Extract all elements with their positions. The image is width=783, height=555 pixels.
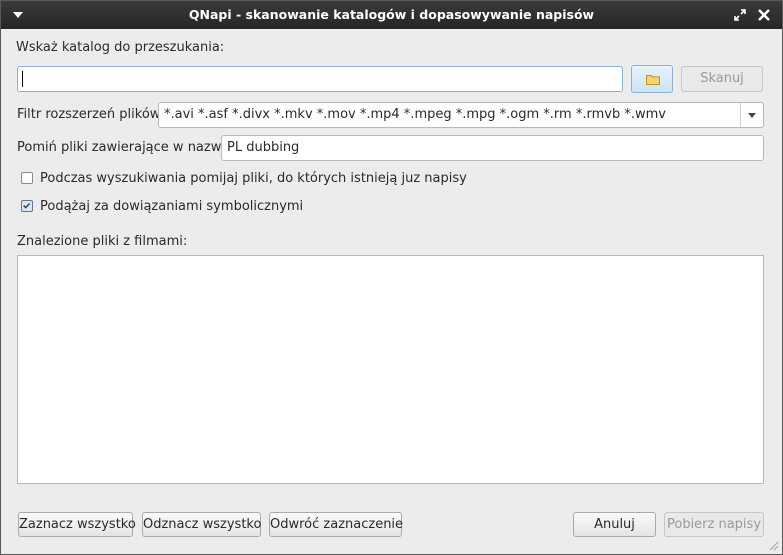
title-bar: QNapi - skanowanie katalogów i dopasowyw… — [1, 1, 782, 29]
directory-label: Wskaż katalog do przeszukania: — [16, 40, 225, 55]
skip-existing-label[interactable]: Podczas wyszukiwania pomijaj pliki, do k… — [40, 171, 467, 186]
skip-input[interactable]: PL dubbing — [221, 135, 764, 161]
cancel-button[interactable]: Anuluj — [573, 512, 656, 537]
select-all-button[interactable]: Zaznacz wszystko — [18, 512, 136, 537]
scan-dialog: QNapi - skanowanie katalogów i dopasowyw… — [0, 0, 783, 555]
skip-label: Pomiń pliki zawierające w nazwie: — [17, 140, 238, 155]
follow-symlinks-checkbox[interactable] — [21, 200, 33, 212]
window-title: QNapi - skanowanie katalogów i dopasowyw… — [188, 7, 595, 22]
chevron-down-icon[interactable] — [740, 103, 763, 127]
resize-grip-icon[interactable] — [769, 541, 779, 551]
scan-button[interactable]: Skanuj — [681, 66, 763, 92]
download-subtitles-button[interactable]: Pobierz napisy — [664, 512, 764, 537]
folder-icon — [646, 75, 660, 85]
found-files-list[interactable] — [17, 255, 764, 484]
text-caret — [22, 71, 23, 87]
filter-value: *.avi *.asf *.divx *.mkv *.mov *.mp4 *.m… — [164, 107, 666, 122]
follow-symlinks-label[interactable]: Podążaj za dowiązaniami symbolicznymi — [40, 199, 303, 214]
found-files-label: Znalezione pliki z filmami: — [17, 234, 188, 249]
deselect-all-button[interactable]: Odznacz wszystko — [142, 512, 261, 537]
maximize-icon[interactable] — [734, 9, 746, 21]
invert-selection-button[interactable]: Odwróć zaznaczenie — [269, 512, 403, 537]
directory-input[interactable] — [17, 66, 623, 92]
close-icon[interactable] — [757, 8, 771, 22]
filter-label: Filtr rozszerzeń plików: — [17, 107, 165, 122]
browse-folder-button[interactable] — [631, 65, 673, 93]
filter-combobox[interactable]: *.avi *.asf *.divx *.mkv *.mov *.mp4 *.m… — [158, 102, 764, 128]
checkmark-icon — [23, 202, 31, 209]
skip-existing-checkbox[interactable] — [21, 172, 33, 184]
skip-value: PL dubbing — [227, 140, 300, 155]
